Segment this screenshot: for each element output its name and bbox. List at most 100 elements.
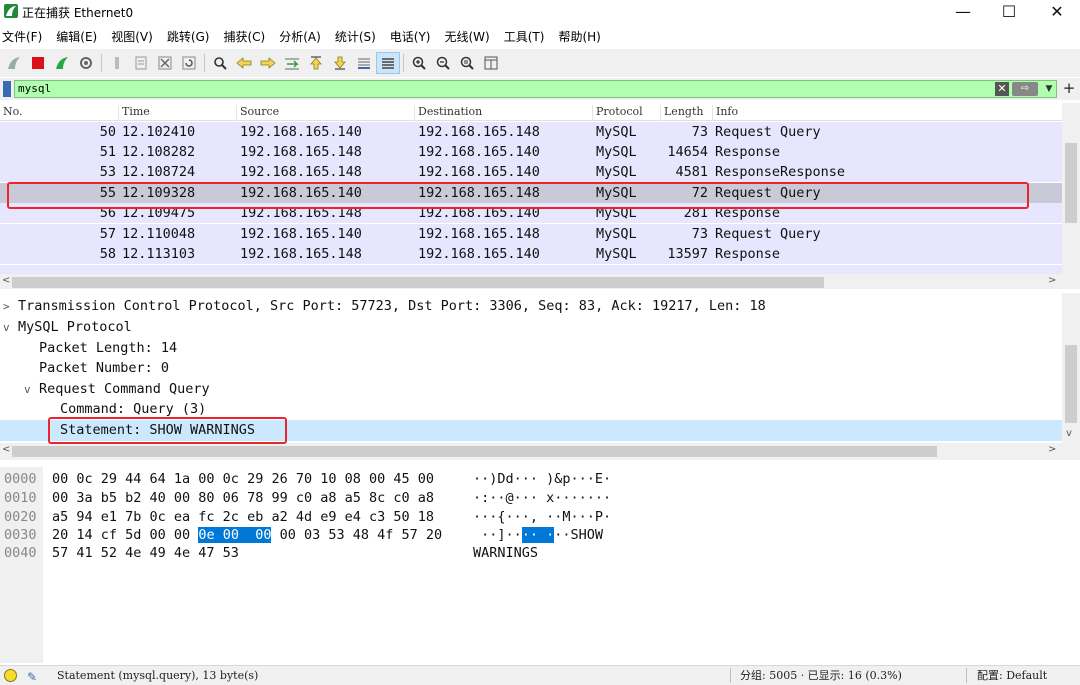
scrollbar-thumb[interactable] (1065, 143, 1077, 223)
scroll-down-icon[interactable]: v (1066, 428, 1072, 439)
menu-help[interactable]: 帮助(H) (556, 26, 608, 48)
zoom-normal-icon[interactable] (455, 52, 479, 74)
menu-statistics[interactable]: 统计(S) (333, 26, 384, 48)
bytes-row[interactable]: 0010 00 3a b5 b2 40 00 80 06 78 99 c0 a8… (0, 489, 1080, 508)
packet-row[interactable]: 50 12.102410 192.168.165.140 192.168.165… (0, 122, 1062, 142)
find-packet-icon[interactable] (208, 52, 232, 74)
packet-list-rows: 50 12.102410 192.168.165.140 192.168.165… (0, 122, 1062, 274)
minimize-button[interactable]: — (940, 0, 986, 26)
packet-row-partial[interactable] (0, 265, 1062, 274)
packet-source: 192.168.165.148 (240, 246, 362, 262)
menu-capture[interactable]: 捕获(C) (221, 26, 273, 48)
colorize-icon[interactable] (376, 52, 400, 74)
chevron-down-icon[interactable]: ▼ (1043, 82, 1055, 96)
column-length[interactable]: Length (660, 105, 712, 121)
first-packet-icon[interactable] (304, 52, 328, 74)
detail-request-command[interactable]: v Request Command Query (0, 379, 1062, 400)
zoom-out-icon[interactable] (431, 52, 455, 74)
bytes-hex: 00 3a b5 b2 40 00 80 06 78 99 c0 a8 a5 8… (52, 490, 435, 506)
column-time[interactable]: Time (118, 105, 236, 121)
details-horizontal-scrollbar[interactable]: < > (0, 443, 1080, 460)
packet-row[interactable]: 56 12.109475 192.168.165.148 192.168.165… (0, 203, 1062, 223)
packet-row[interactable]: 57 12.110048 192.168.165.140 192.168.165… (0, 224, 1062, 244)
packet-row[interactable]: 58 12.113103 192.168.165.148 192.168.165… (0, 244, 1062, 264)
packet-no: 57 (99, 226, 116, 242)
menu-view[interactable]: 视图(V) (109, 26, 161, 48)
menu-wireless[interactable]: 无线(W) (443, 26, 498, 48)
save-file-icon[interactable] (129, 52, 153, 74)
restart-capture-icon[interactable] (50, 52, 74, 74)
column-protocol[interactable]: Protocol (592, 105, 660, 121)
open-file-icon[interactable] (105, 52, 129, 74)
packet-row-selected[interactable]: 55 12.109328 192.168.165.140 192.168.165… (0, 183, 1062, 203)
column-source[interactable]: Source (236, 105, 414, 121)
last-packet-icon[interactable] (328, 52, 352, 74)
wireshark-fin-icon (4, 4, 18, 18)
capture-options-icon[interactable] (74, 52, 98, 74)
bytes-row[interactable]: 0040 57 41 52 4e 49 4e 47 53 WARNINGS (0, 544, 1080, 563)
packet-list-horizontal-scrollbar[interactable]: < > (0, 274, 1080, 289)
menu-bar: 文件(F) 编辑(E) 视图(V) 跳转(G) 捕获(C) 分析(A) 统计(S… (0, 26, 1080, 48)
column-info[interactable]: Info (712, 105, 1062, 121)
scroll-left-icon[interactable]: < (2, 444, 10, 455)
packet-row[interactable]: 53 12.108724 192.168.165.148 192.168.165… (0, 162, 1062, 182)
maximize-button[interactable]: ☐ (986, 0, 1032, 26)
go-to-packet-icon[interactable] (280, 52, 304, 74)
chevron-right-icon[interactable]: > (3, 296, 10, 317)
apply-filter-icon[interactable]: ⇨ (1012, 82, 1038, 96)
bytes-row[interactable]: 0030 20 14 cf 5d 00 00 0e 00 00 00 03 53… (0, 526, 1080, 545)
bytes-row[interactable]: 0020 a5 94 e1 7b 0c ea fc 2c eb a2 4d e9… (0, 508, 1080, 527)
packet-row[interactable]: 51 12.108282 192.168.165.148 192.168.165… (0, 142, 1062, 162)
menu-analyze[interactable]: 分析(A) (277, 26, 329, 48)
packet-source: 192.168.165.140 (240, 124, 362, 140)
details-vertical-scrollbar[interactable]: v (1062, 293, 1080, 443)
detail-command[interactable]: Command: Query (3) (0, 399, 1062, 420)
scrollbar-thumb[interactable] (12, 277, 824, 288)
scrollbar-thumb[interactable] (12, 446, 937, 457)
detail-statement-selected[interactable]: Statement: SHOW WARNINGS (0, 420, 1062, 441)
packet-list-vertical-scrollbar[interactable] (1062, 103, 1080, 274)
edit-comment-icon[interactable]: ✎ (27, 668, 37, 685)
menu-file[interactable]: 文件(F) (0, 26, 50, 48)
scroll-left-icon[interactable]: < (2, 275, 10, 286)
detail-tcp[interactable]: > Transmission Control Protocol, Src Por… (0, 296, 1062, 317)
menu-edit[interactable]: 编辑(E) (54, 26, 105, 48)
chevron-down-icon[interactable]: v (24, 379, 31, 400)
chevron-down-icon[interactable]: v (3, 317, 10, 338)
clear-filter-icon[interactable]: ✕ (995, 82, 1009, 96)
display-filter-input[interactable]: mysql (14, 80, 1057, 98)
autoscroll-icon[interactable] (352, 52, 376, 74)
go-back-icon[interactable] (232, 52, 256, 74)
column-no[interactable]: No. (0, 105, 118, 121)
resize-columns-icon[interactable] (479, 52, 503, 74)
scroll-right-icon[interactable]: > (1048, 275, 1056, 286)
detail-packet-number[interactable]: Packet Number: 0 (0, 358, 1062, 379)
shark-fin-start-icon[interactable] (2, 52, 26, 74)
packet-bytes: 0000 00 0c 29 44 64 1a 00 0c 29 26 70 10… (0, 467, 1080, 663)
add-filter-button-icon[interactable]: + (1061, 80, 1077, 98)
close-file-icon[interactable] (153, 52, 177, 74)
scroll-right-icon[interactable]: > (1048, 444, 1056, 455)
menu-go[interactable]: 跳转(G) (165, 26, 218, 48)
menu-tools[interactable]: 工具(T) (502, 26, 553, 48)
reload-icon[interactable] (177, 52, 201, 74)
detail-packet-length[interactable]: Packet Length: 14 (0, 338, 1062, 359)
packet-no: 51 (99, 144, 116, 160)
packet-list-header: No. Time Source Destination Protocol Len… (0, 103, 1062, 121)
bookmark-icon[interactable] (1, 80, 13, 98)
zoom-in-icon[interactable] (407, 52, 431, 74)
packet-info: Request Query (715, 226, 821, 242)
packet-info: ResponseResponse (715, 164, 846, 180)
packet-destination: 192.168.165.148 (418, 226, 540, 242)
column-destination[interactable]: Destination (414, 105, 592, 121)
capture-status-icon[interactable] (4, 669, 17, 682)
status-profile[interactable]: 配置: Default (977, 666, 1047, 685)
menu-telephony[interactable]: 电话(Y) (388, 26, 439, 48)
bytes-row[interactable]: 0000 00 0c 29 44 64 1a 00 0c 29 26 70 10… (0, 470, 1080, 489)
detail-mysql-protocol[interactable]: v MySQL Protocol (0, 317, 1062, 338)
close-button[interactable]: ✕ (1034, 0, 1080, 26)
bytes-hex: 57 41 52 4e 49 4e 47 53 (52, 545, 239, 561)
stop-capture-icon[interactable] (26, 52, 50, 74)
scrollbar-thumb[interactable] (1065, 345, 1077, 423)
go-forward-icon[interactable] (256, 52, 280, 74)
